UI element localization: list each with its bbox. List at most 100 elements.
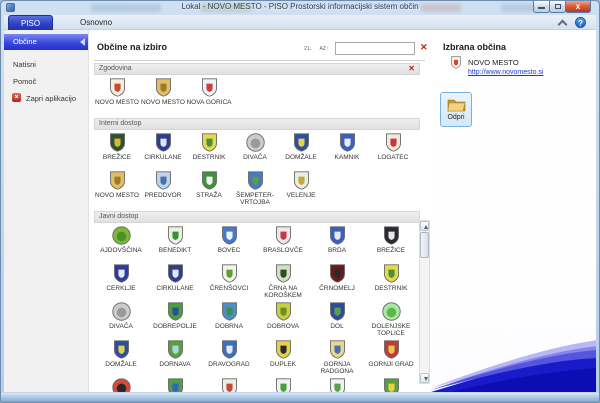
municipality-label: NOVO MESTO xyxy=(95,99,139,106)
municipality-item[interactable]: GORNJA RADGONA xyxy=(310,339,364,377)
municipality-item[interactable]: DESTRNIK xyxy=(186,132,232,170)
municipality-item[interactable]: DIVAČA xyxy=(94,301,148,339)
municipality-item[interactable]: DORNAVA xyxy=(148,339,202,377)
municipality-item[interactable]: JURŠINCI xyxy=(364,377,418,392)
municipality-item[interactable]: BENEDIKT xyxy=(148,225,202,263)
scroll-up-icon[interactable] xyxy=(420,221,429,231)
scroll-down-icon[interactable] xyxy=(420,373,429,383)
municipality-crest-icon xyxy=(219,225,240,246)
municipality-crest-icon xyxy=(153,132,174,153)
municipality-item[interactable]: PREDDVOR xyxy=(140,170,186,208)
municipality-item[interactable]: VELENJE xyxy=(278,170,324,208)
municipality-website-link[interactable]: http://www.novomesto.si xyxy=(468,69,543,76)
clear-filter-icon[interactable]: ✕ xyxy=(420,42,428,53)
municipality-crest-icon xyxy=(165,225,186,246)
section-title: Interni dostop xyxy=(99,119,141,129)
municipality-crest-icon xyxy=(381,263,402,284)
municipality-label: DOMŽALE xyxy=(105,361,136,368)
municipality-label: PREDDVOR xyxy=(145,192,182,199)
close-section-icon[interactable]: ✕ xyxy=(408,64,415,74)
municipality-item[interactable]: HRPELJE-KOZINA xyxy=(256,377,310,392)
municipality-item[interactable]: BRDA xyxy=(310,225,364,263)
municipality-item[interactable]: DOBRNA xyxy=(202,301,256,339)
minimize-icon xyxy=(538,7,545,9)
municipality-item[interactable]: LOGATEC xyxy=(370,132,416,170)
minimize-button[interactable] xyxy=(533,1,550,13)
municipality-item[interactable]: BREŽICE xyxy=(94,132,140,170)
municipality-item[interactable]: BOVEC xyxy=(202,225,256,263)
municipality-item[interactable]: HRASTNIK xyxy=(202,377,256,392)
municipality-item[interactable]: NOVA GORICA xyxy=(186,77,232,115)
municipality-item[interactable]: ČRNA NA KOROŠKEM xyxy=(256,263,310,301)
municipality-item[interactable]: DOLENJSKE TOPLICE xyxy=(364,301,418,339)
maximize-button[interactable] xyxy=(549,1,566,13)
municipality-label: BREŽICE xyxy=(377,247,405,254)
municipality-crest-icon xyxy=(219,263,240,284)
municipality-item[interactable]: DIVAČA xyxy=(232,132,278,170)
municipality-item[interactable]: NOVO MESTO xyxy=(140,77,186,115)
municipality-item[interactable]: DUPLEK xyxy=(256,339,310,377)
municipality-item[interactable]: HAJDINA xyxy=(148,377,202,392)
municipality-crest-icon xyxy=(327,377,348,392)
close-icon: x xyxy=(566,1,590,12)
municipality-item[interactable]: BRASLOVČE xyxy=(256,225,310,263)
search-input[interactable] xyxy=(335,42,415,55)
municipality-item[interactable]: NOVO MESTO xyxy=(94,170,140,208)
close-button[interactable]: x xyxy=(565,1,591,13)
municipality-item[interactable]: ŠEMPETER-VRTOJBA xyxy=(232,170,278,208)
municipality-item[interactable]: CIRKULANE xyxy=(148,263,202,301)
municipality-item[interactable]: GROSUPLJE xyxy=(94,377,148,392)
sidebar-item-label: Občine xyxy=(13,37,37,46)
municipality-label: KAMNIK xyxy=(335,154,360,161)
vertical-scrollbar[interactable] xyxy=(419,220,430,384)
section-title: Zgodovina xyxy=(99,64,132,74)
municipality-label: CIRKULANE xyxy=(156,285,193,292)
municipality-label: STRAŽA xyxy=(196,192,222,199)
collapse-ribbon-icon[interactable] xyxy=(558,20,566,25)
municipality-crest-icon xyxy=(111,225,132,246)
municipality-crest-icon xyxy=(165,377,186,392)
sidebar-item-obcine[interactable]: Občine xyxy=(4,34,88,50)
municipality-crest-icon xyxy=(107,77,128,98)
scrollbar-thumb[interactable] xyxy=(420,232,429,258)
municipality-item[interactable]: IG xyxy=(310,377,364,392)
municipality-crest-icon xyxy=(245,170,266,191)
municipality-item[interactable]: DOMŽALE xyxy=(278,132,324,170)
municipality-crest-icon xyxy=(327,301,348,322)
municipality-item[interactable]: CIRKULANE xyxy=(140,132,186,170)
municipality-label: DIVAČA xyxy=(243,154,267,161)
municipality-item[interactable]: GORNJI GRAD xyxy=(364,339,418,377)
sort-descending-icon[interactable]: 21↓ xyxy=(301,43,315,55)
municipality-item[interactable]: DOBREPOLJE xyxy=(148,301,202,339)
municipality-item[interactable]: BREŽICE xyxy=(364,225,418,263)
municipality-item[interactable]: DOBROVA xyxy=(256,301,310,339)
window-controls: x xyxy=(534,1,591,13)
open-button[interactable]: Odpri xyxy=(440,92,472,127)
municipality-item[interactable]: DRAVOGRAD xyxy=(202,339,256,377)
section-header-zgodovina[interactable]: Zgodovina ✕ xyxy=(94,63,420,75)
selected-municipality-name: NOVO MESTO xyxy=(468,58,519,67)
sidebar-item-pomoc[interactable]: Pomoč xyxy=(4,77,88,86)
municipality-item[interactable]: AJDOVŠČINA xyxy=(94,225,148,263)
municipality-label: DOBROVA xyxy=(267,323,299,330)
sort-ascending-icon[interactable]: AZ↑ xyxy=(317,43,331,55)
municipality-item[interactable]: KAMNIK xyxy=(324,132,370,170)
section-header-javni-dostop[interactable]: Javni dostop xyxy=(94,211,420,223)
tab-piso[interactable]: PISO xyxy=(8,15,53,30)
municipality-item[interactable]: DESTRNIK xyxy=(364,263,418,301)
municipality-grid-javni-dostop: AJDOVŠČINABENEDIKTBOVECBRASLOVČEBRDA BREŽ… xyxy=(94,225,420,392)
municipality-item[interactable]: NOVO MESTO xyxy=(94,77,140,115)
municipality-item[interactable]: DOMŽALE xyxy=(94,339,148,377)
municipality-item[interactable]: STRAŽA xyxy=(186,170,232,208)
municipality-item[interactable]: ČRENŠOVCI xyxy=(202,263,256,301)
sidebar: Občine Natisni Pomoč × Zapri aplikacijo xyxy=(4,30,89,392)
municipality-item[interactable]: DOL xyxy=(310,301,364,339)
municipality-crest-icon xyxy=(381,339,402,360)
sidebar-item-natisni[interactable]: Natisni xyxy=(4,60,88,69)
municipality-item[interactable]: ČRNOMELJ xyxy=(310,263,364,301)
help-icon[interactable]: ? xyxy=(575,17,586,28)
section-header-interni-dostop[interactable]: Interni dostop xyxy=(94,118,420,130)
sidebar-item-zapri-aplikacijo[interactable]: × Zapri aplikacijo xyxy=(4,94,88,103)
municipality-item[interactable]: CERKLJE xyxy=(94,263,148,301)
tab-osnovno[interactable]: Osnovno xyxy=(68,15,124,30)
